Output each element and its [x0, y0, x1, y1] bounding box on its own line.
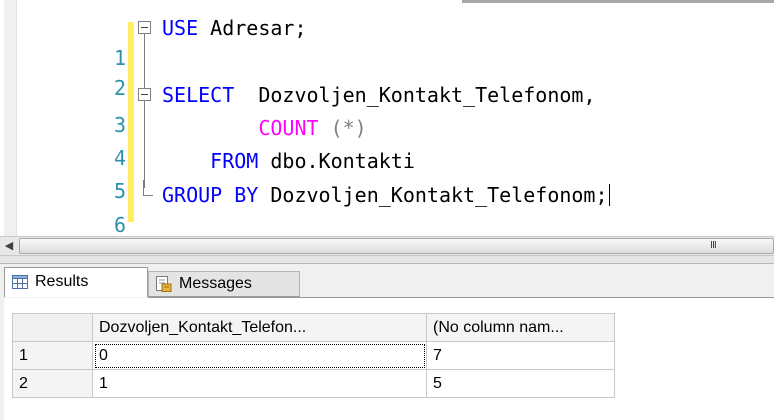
- tab-results[interactable]: Results: [4, 267, 148, 297]
- collapse-toggle-icon[interactable]: [138, 88, 151, 101]
- grid-header-row: Dozvoljen_Kontakt_Telefon... (No column …: [12, 313, 615, 342]
- outline-end-marker: [143, 180, 153, 196]
- grid-cell[interactable]: 5: [426, 369, 615, 398]
- pane-splitter[interactable]: [0, 256, 774, 264]
- collapse-toggle-icon[interactable]: [138, 21, 151, 34]
- query-editor[interactable]: 1 USE Adresar; 2 3 SELECT Dozvoljen_Kont…: [0, 0, 774, 236]
- code-line-6[interactable]: 6 GROUP BY Dozvoljen_Kontakt_Telefonom;: [0, 180, 774, 236]
- editor-horizontal-scrollbar[interactable]: ◀ III: [0, 236, 774, 256]
- code-text: COUNT (*): [162, 113, 367, 143]
- row-number[interactable]: 2: [12, 369, 93, 398]
- code-text: USE Adresar;: [162, 13, 307, 43]
- results-tab-strip: Results Messages: [0, 264, 774, 298]
- keyword-token: GROUP BY: [162, 183, 259, 207]
- messages-icon: [156, 276, 172, 292]
- column-header[interactable]: (No column nam...: [426, 313, 615, 342]
- editor-top-border: [462, 0, 774, 3]
- code-line-2[interactable]: 2: [0, 43, 774, 100]
- text-token: Dozvoljen_Kontakt_Telefonom;: [258, 183, 608, 207]
- grid-cell[interactable]: 7: [426, 341, 615, 370]
- keyword-token: SELECT: [162, 83, 235, 107]
- text-token: dbo.Kontakti: [258, 149, 415, 173]
- scrollbar-thumb[interactable]: III: [19, 238, 774, 254]
- scroll-left-arrow-icon[interactable]: ◀: [0, 237, 18, 255]
- code-text: SELECT Dozvoljen_Kontakt_Telefonom,: [162, 80, 595, 110]
- table-row: 2 1 5: [12, 369, 615, 398]
- code-line-1[interactable]: 1 USE Adresar;: [0, 13, 774, 70]
- text-token: Adresar;: [198, 16, 307, 40]
- operator-token: (*): [318, 116, 367, 140]
- grid-icon: [12, 275, 28, 289]
- results-grid-area: Dozvoljen_Kontakt_Telefon... (No column …: [0, 298, 774, 420]
- tab-messages-label: Messages: [179, 275, 252, 292]
- column-header[interactable]: Dozvoljen_Kontakt_Telefon...: [92, 313, 427, 342]
- table-row: 1 0 7: [12, 341, 615, 370]
- code-text: GROUP BY Dozvoljen_Kontakt_Telefonom;: [162, 180, 610, 210]
- text-caret: [608, 184, 610, 206]
- keyword-token: FROM: [210, 149, 259, 173]
- tab-results-label: Results: [35, 273, 89, 290]
- line-number: 6: [113, 213, 126, 236]
- grid-cell[interactable]: 0: [92, 341, 427, 370]
- code-text: FROM dbo.Kontakti: [162, 146, 415, 176]
- code-line-4[interactable]: 4 COUNT (*): [0, 113, 774, 170]
- grid-corner[interactable]: [12, 313, 93, 342]
- code-line-3[interactable]: 3 SELECT Dozvoljen_Kontakt_Telefonom,: [0, 80, 774, 137]
- code-line-5[interactable]: 5 FROM dbo.Kontakti: [0, 146, 774, 203]
- row-number[interactable]: 1: [12, 341, 93, 370]
- grid-cell[interactable]: 1: [92, 369, 427, 398]
- scrollbar-grip: III: [710, 240, 717, 251]
- keyword-token: USE: [162, 16, 199, 40]
- function-token: COUNT: [258, 116, 319, 140]
- tab-messages[interactable]: Messages: [148, 271, 300, 297]
- results-grid: Dozvoljen_Kontakt_Telefon... (No column …: [12, 313, 615, 398]
- text-token: Dozvoljen_Kontakt_Telefonom,: [234, 83, 596, 107]
